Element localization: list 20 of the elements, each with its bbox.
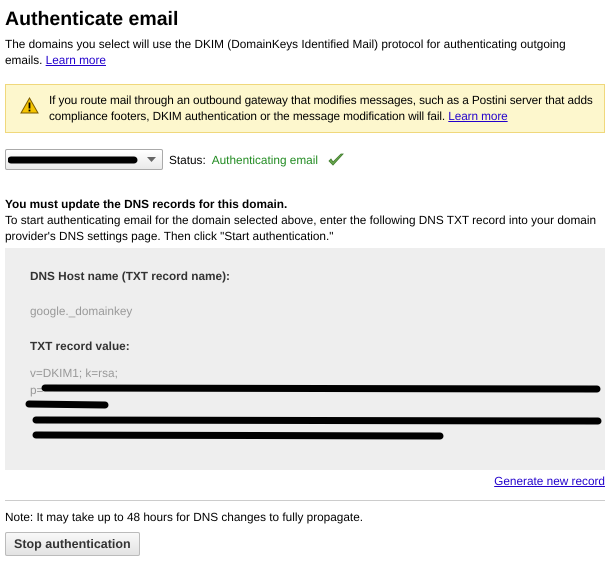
stop-authentication-button[interactable]: Stop authentication [5, 532, 140, 556]
intro-text: The domains you select will use the DKIM (DomainKeys Identified Mail) protocol for authenticating outgoing emails. Learn more [5, 36, 567, 68]
domain-dropdown[interactable] [5, 149, 163, 170]
record-value-text: p= [30, 382, 44, 399]
record-value-text: v=DKIM1; k=rsa; [30, 365, 118, 382]
warning-icon [20, 97, 39, 114]
learn-more-link[interactable]: Learn more [46, 53, 106, 67]
field-label: TXT record value: [30, 338, 131, 355]
status-label: Status: [169, 152, 206, 168]
learn-more-link[interactable]: Learn more [448, 108, 508, 122]
instructions-text: To start authenticating email for the domain selected above, enter the following DNS TXT record into your domain provider's DNS settings page. Then click "Start authentication." [5, 212, 598, 244]
status-value: Authenticating email [212, 152, 318, 168]
page-title: Authenticate email [5, 8, 180, 30]
field-label: DNS Host name (TXT record name): [30, 268, 231, 285]
warning-text: If you route mail through an outbound gateway that modifies messages, such as a Postini server that adds compliance footers, DKIM authentication or the message modification will fail. Learn more [49, 93, 594, 124]
generate-record-link[interactable]: Generate new record [494, 474, 605, 488]
note-text: Note: It may take up to 48 hours for DNS changes to fully propagate. [5, 509, 364, 525]
caret-icon [147, 157, 156, 162]
host-name-value: google._domainkey [30, 303, 134, 320]
instructions-heading: You must update the DNS records for this domain. [5, 196, 288, 212]
